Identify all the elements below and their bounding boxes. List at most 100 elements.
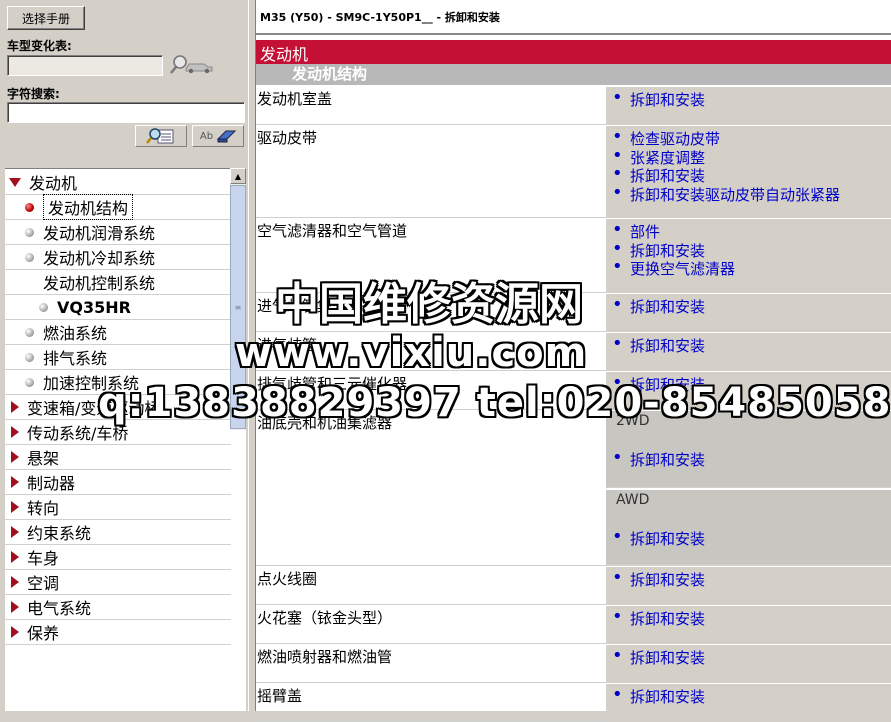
tree-item[interactable]: 制动器 — [5, 470, 231, 495]
variant-block: AWD 拆卸和安装 — [606, 487, 891, 564]
procedure-links-cell: 2WD 拆卸和安装 AWD 拆卸和安装 — [606, 409, 891, 566]
component-name: 摇臂盖 — [257, 686, 303, 705]
document-pane: M35 (Y50) - SM9C-1Y50P1__ - 拆卸和安装 发动机 发动… — [256, 0, 891, 722]
tree-item-label: 悬架 — [27, 449, 60, 468]
tree-item-label: 转向 — [27, 499, 60, 518]
subsection-header: 发动机结构 — [256, 64, 891, 85]
component-name: 排气歧管和三元催化器 — [257, 374, 408, 393]
tree-item-label: 制动器 — [27, 474, 76, 493]
procedure-link[interactable]: 拆卸和安装 — [612, 294, 705, 317]
tree-item-label: 车身 — [27, 549, 60, 568]
tree-item[interactable]: 空调 — [5, 570, 231, 595]
tree-item[interactable]: 发动机冷却系统 — [5, 245, 231, 270]
tree-item-label: 发动机润滑系统 — [43, 224, 156, 243]
procedure-link[interactable]: 拆卸和安装 — [612, 526, 705, 549]
tree-item-label: 加速控制系统 — [43, 374, 140, 393]
scroll-thumb[interactable]: ≡ — [230, 185, 246, 429]
collapsed-arrow-icon — [11, 626, 19, 638]
procedure-link[interactable]: 拆卸和安装 — [612, 684, 705, 707]
procedure-link[interactable]: 拆卸和安装 — [612, 645, 705, 668]
procedure-link[interactable]: 拆卸和安装 — [612, 447, 705, 470]
tree-item[interactable]: 发动机控制系统 — [5, 270, 231, 295]
tree-item-label: 排气系统 — [43, 349, 108, 368]
car-search-icon — [170, 55, 213, 74]
tree-item-label: 空调 — [27, 574, 60, 593]
tree-item[interactable]: 加速控制系统 — [5, 370, 231, 395]
procedure-link[interactable]: 拆卸和安装驱动皮带自动张紧器 — [612, 182, 840, 205]
variant-block: 2WD 拆卸和安装 — [606, 410, 891, 487]
char-search-input[interactable] — [7, 102, 245, 123]
collapsed-arrow-icon — [11, 451, 19, 463]
row-divider — [256, 720, 606, 722]
procedure-links-cell: 拆卸和安装 — [606, 331, 891, 371]
tree-item[interactable]: 转向 — [5, 495, 231, 520]
variant-label: AWD — [616, 491, 650, 508]
bullet-icon — [25, 377, 34, 387]
procedure-links-cell: 拆卸和安装 — [606, 86, 891, 125]
collapsed-arrow-icon — [11, 576, 19, 588]
component-name: 驱动皮带 — [257, 129, 318, 147]
procedure-row: 火花塞（铱金头型） 拆卸和安装 — [256, 604, 891, 644]
component-name: 进气歧管 — [257, 335, 318, 354]
procedure-row: 驱动皮带 检查驱动皮带张紧度调整拆卸和安装拆卸和安装驱动皮带自动张紧器 — [256, 125, 891, 218]
select-manual-button[interactable]: 选择手册 — [7, 6, 85, 30]
collapsed-arrow-icon — [11, 426, 19, 438]
manual-tree: 发动机 发动机结构发动机润滑系统发动机冷却系统发动机控制系统 VQ35HR 燃油系统排… — [5, 168, 246, 711]
procedure-link[interactable]: 拆卸和安装 — [612, 567, 705, 590]
tree-item-label: 发动机 — [29, 174, 78, 193]
procedure-row: 摇臂盖 拆卸和安装 — [256, 682, 891, 722]
procedure-links-cell: 拆卸和安装 — [606, 565, 891, 605]
procedure-link[interactable]: 拆卸和安装 — [612, 87, 705, 110]
model-change-field[interactable] — [7, 55, 163, 76]
char-search-label: 字符搜索: — [7, 87, 60, 101]
procedure-link[interactable]: 更换空气滤清器 — [612, 256, 735, 279]
tree-item-label: 电气系统 — [27, 599, 92, 618]
tree-item-label: 发动机控制系统 — [43, 274, 156, 293]
procedure-link[interactable]: 拆卸和安装 — [612, 333, 705, 356]
scroll-up-arrow-icon[interactable]: ▲ — [230, 168, 246, 184]
tree-item-label: VQ35HR — [57, 297, 131, 317]
title-divider — [256, 33, 891, 35]
text-style-button[interactable]: Ab — [192, 125, 244, 147]
collapsed-arrow-icon — [11, 501, 19, 513]
tree-item-label: 保养 — [27, 624, 60, 643]
collapsed-arrow-icon — [11, 526, 19, 538]
tree-item[interactable]: 燃油系统 — [5, 320, 231, 345]
pane-splitter[interactable] — [248, 0, 256, 711]
procedure-row: 进气歧管 拆卸和安装 — [256, 331, 891, 371]
collapsed-arrow-icon — [11, 401, 19, 413]
magnifier-document-icon — [146, 128, 174, 144]
component-name: 空气滤清器和空气管道 — [257, 222, 408, 240]
tree-item[interactable]: 保养 — [5, 620, 231, 645]
tree-item[interactable]: 车身 — [5, 545, 231, 570]
component-name: 进气歧管集气室 — [257, 296, 363, 315]
section-header: 发动机 — [256, 40, 891, 64]
procedure-link[interactable]: 拆卸和安装 — [612, 372, 705, 395]
procedure-row: 空气滤清器和空气管道 部件拆卸和安装更换空气滤清器 — [256, 218, 891, 293]
tree-scrollbar[interactable]: ▲ ≡ — [230, 168, 246, 430]
procedure-links-cell: 拆卸和安装 — [606, 292, 891, 332]
procedure-links-cell: 拆卸和安装 — [606, 370, 891, 410]
car-search-button[interactable] — [166, 52, 216, 76]
tree-item[interactable]: 约束系统 — [5, 520, 231, 545]
tree-item[interactable]: 变速箱/变速驱动桥 — [5, 395, 231, 420]
find-button[interactable] — [135, 125, 187, 147]
tree-item[interactable]: 发动机润滑系统 — [5, 220, 231, 245]
collapsed-arrow-icon — [11, 601, 19, 613]
procedure-row: 燃油喷射器和燃油管 拆卸和安装 — [256, 643, 891, 683]
tree-item[interactable]: 电气系统 — [5, 595, 231, 620]
tree-item[interactable]: 排气系统 — [5, 345, 231, 370]
collapsed-arrow-icon — [11, 476, 19, 488]
tree-item-label: 传动系统/车桥 — [27, 424, 129, 443]
expanded-arrow-icon — [9, 177, 21, 187]
tree-item[interactable]: 悬架 — [5, 445, 231, 470]
collapsed-arrow-icon — [11, 551, 19, 563]
procedure-row: 排气歧管和三元催化器 拆卸和安装 — [256, 370, 891, 410]
tree-item[interactable]: VQ35HR — [5, 295, 231, 320]
tree-item[interactable]: 发动机 — [5, 170, 231, 195]
tree-item[interactable]: 传动系统/车桥 — [5, 420, 231, 445]
procedure-links-cell: 拆卸和安装 — [606, 682, 891, 722]
tree-item[interactable]: 发动机结构 — [5, 194, 231, 220]
procedure-row: 发动机室盖 拆卸和安装 — [256, 86, 891, 125]
procedure-link[interactable]: 拆卸和安装 — [612, 606, 705, 629]
